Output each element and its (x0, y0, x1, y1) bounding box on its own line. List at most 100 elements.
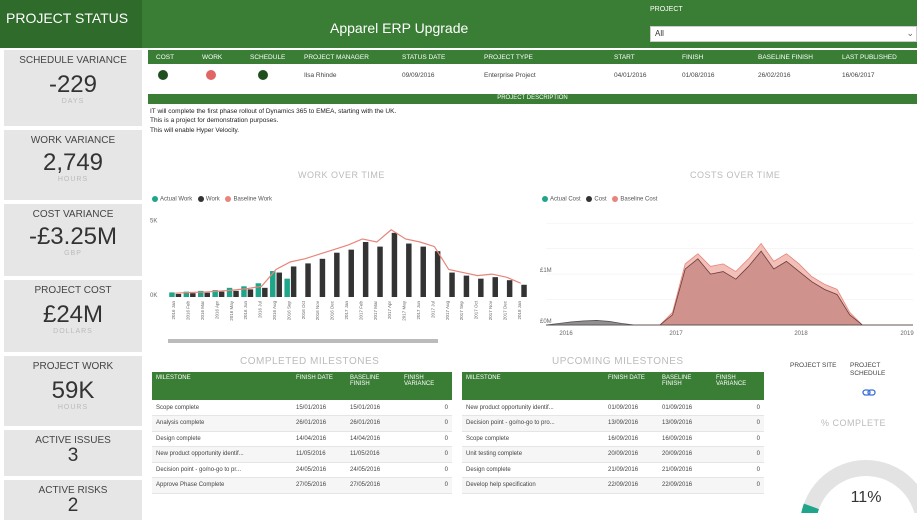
project-schedule-link[interactable]: PROJECT SCHEDULE (850, 362, 892, 379)
project-filter-dropdown[interactable]: All ⌄ (650, 26, 917, 42)
project-type-value: Enterprise Project (484, 72, 536, 79)
project-site-link[interactable]: PROJECT SITE (790, 362, 836, 369)
milestone-cell: Approve Phase Complete (152, 477, 292, 494)
legend-label: Baseline Work (233, 196, 273, 203)
table-row[interactable]: Design complete 21/09/2016 21/09/2016 0 (462, 462, 764, 478)
col-finish-date[interactable]: FINISH DATE (604, 372, 658, 400)
scrollbar[interactable] (168, 339, 438, 343)
x-tick-label: 2017 (669, 331, 683, 337)
table-row[interactable]: Decision point - go/no-go to pro... 13/09… (462, 415, 764, 432)
work-chart-legend[interactable]: Actual Work Work Baseline Work (148, 196, 272, 203)
gauge-value-label: 11% (851, 489, 882, 506)
col-baseline-finish[interactable]: BASELINE FINISH (658, 372, 712, 400)
work-bar (305, 263, 311, 297)
baseline-finish-cell: 21/09/2016 (658, 462, 712, 478)
kpi-project-cost: PROJECT COST £24M DOLLARS (4, 280, 142, 352)
table-row[interactable]: New product opportunity identif... 11/05/… (152, 446, 452, 463)
upcoming-milestones-title: UPCOMING MILESTONES (552, 356, 684, 367)
x-tick-label: 2016 Oct (301, 300, 306, 319)
baseline-finish-cell: 16/09/2016 (658, 431, 712, 447)
x-tick-label: 2017 May (402, 300, 407, 321)
x-tick-label: 2016 Jun (243, 301, 248, 320)
percent-complete-title: % COMPLETE (820, 418, 886, 428)
baseline-finish-cell: 11/05/2016 (346, 446, 400, 463)
x-tick-label: 2017 Nov (488, 300, 493, 320)
chevron-down-icon: ⌄ (906, 28, 914, 38)
x-tick-label: 2017 Jul (430, 301, 435, 318)
work-bar (348, 249, 354, 297)
project-filter-value: All (655, 29, 664, 38)
work-bar (391, 232, 398, 297)
completed-milestones-table: MILESTONE FINISH DATE BASELINE FINISH FI… (152, 372, 452, 494)
milestone-cell: Design complete (462, 462, 604, 478)
kpi-value: £24M (42, 301, 104, 328)
finish-variance-cell: 0 (712, 446, 764, 463)
costs-over-time-chart[interactable]: £1M £0M 2016 2017 2018 2019 (538, 205, 917, 350)
work-over-time-chart[interactable]: 5K 0K 2016 Jan 2016 Feb 2016 Mar 2016 Apr 2016… (148, 205, 538, 350)
cost-area (546, 250, 913, 326)
col-baseline-finish[interactable]: BASELINE FINISH (346, 372, 400, 400)
x-tick-label: 2016 Dec (330, 300, 335, 320)
x-tick-label: 2016 (559, 331, 573, 337)
work-bar (420, 246, 426, 297)
col-finish-date[interactable]: FINISH DATE (292, 372, 346, 400)
finish-variance-cell: 0 (400, 431, 452, 447)
table-row[interactable]: Scope complete 15/01/2016 15/01/2016 0 (152, 400, 452, 416)
status-table-row[interactable]: Ilsa Rhinde 09/09/2016 Enterprise Projec… (148, 64, 917, 88)
finish-date-cell: 16/09/2016 (604, 431, 658, 447)
col-milestone[interactable]: MILESTONE (462, 372, 604, 400)
x-tick-label: 2017 Feb (358, 301, 363, 321)
finish-date-cell: 15/01/2016 (292, 400, 346, 416)
x-tick-label: 2017 Oct (474, 300, 479, 319)
status-date-value: 09/09/2016 (402, 72, 435, 79)
kpi-unit: DOLLARS (53, 328, 93, 336)
x-tick-label: 2017 Dec (502, 300, 507, 320)
finish-variance-cell: 0 (400, 462, 452, 478)
table-row[interactable]: Analysis complete 26/01/2016 26/01/2016 0 (152, 415, 452, 432)
kpi-project-work: PROJECT WORK 59K HOURS (4, 356, 142, 426)
legend-label: Actual Work (160, 196, 193, 203)
x-tick-label: 2016 Sep (286, 301, 291, 321)
finish-date-cell: 24/05/2016 (292, 462, 346, 478)
kpi-value: 59K (51, 377, 95, 404)
x-tick-label: 2019 (900, 331, 914, 337)
project-filter-label: PROJECT (650, 6, 683, 13)
col-finish-variance[interactable]: FINISH VARIANCE (400, 372, 452, 400)
table-row[interactable]: Scope complete 16/09/2016 16/09/2016 0 (462, 431, 764, 447)
finish-variance-cell: 0 (400, 446, 452, 463)
project-description: IT will complete the first phase rollout… (150, 107, 396, 135)
finish-date-cell: 26/01/2016 (292, 415, 346, 432)
x-tick-label: 2017 Jun (416, 301, 421, 320)
link-icon[interactable] (862, 388, 876, 398)
cost-chart-legend[interactable]: Actual Cost Cost Baseline Cost (538, 196, 657, 203)
col-last-published: LAST PUBLISHED (842, 54, 897, 61)
kpi-unit: GBP (64, 250, 82, 258)
legend-actual-cost-swatch (542, 196, 548, 202)
milestone-cell: Develop help specification (462, 477, 604, 494)
table-row[interactable]: Approve Phase Complete 27/05/2016 27/05/20… (152, 477, 452, 494)
baseline-finish-cell: 13/09/2016 (658, 415, 712, 432)
table-row[interactable]: Develop help specification 22/09/2016 22/0… (462, 477, 764, 494)
x-tick-label: 2018 (794, 331, 808, 337)
x-tick-label: 2017 Jan (344, 301, 349, 320)
description-line: IT will complete the first phase rollout… (150, 108, 397, 115)
work-bar (434, 251, 441, 297)
col-finish-variance[interactable]: FINISH VARIANCE (712, 372, 764, 400)
kpi-cost-variance: COST VARIANCE -£3.25M GBP (4, 204, 142, 276)
table-row[interactable]: Unit testing complete 20/09/2016 20/09/201… (462, 446, 764, 463)
gauge-fill (801, 503, 820, 513)
baseline-finish-cell: 24/05/2016 (346, 462, 400, 478)
legend-actual-work-swatch (152, 196, 158, 202)
table-row[interactable]: New product opportunity identif... 01/09/… (462, 400, 764, 416)
table-row[interactable]: Design complete 14/04/2016 14/04/2016 0 (152, 431, 452, 447)
kpi-active-risks: ACTIVE RISKS 2 (4, 480, 142, 520)
col-milestone[interactable]: MILESTONE (152, 372, 292, 400)
description-line: This will enable Hyper Velocity. (150, 126, 240, 134)
x-tick-label: 2017 Mar (373, 301, 378, 321)
work-bar (377, 246, 383, 297)
work-bar (290, 266, 297, 297)
y-tick-label: 0K (150, 293, 157, 299)
finish-variance-cell: 0 (712, 415, 764, 432)
baseline-finish-cell: 14/04/2016 (346, 431, 400, 447)
table-row[interactable]: Decision point - go/no-go to pr... 24/05/… (152, 462, 452, 478)
